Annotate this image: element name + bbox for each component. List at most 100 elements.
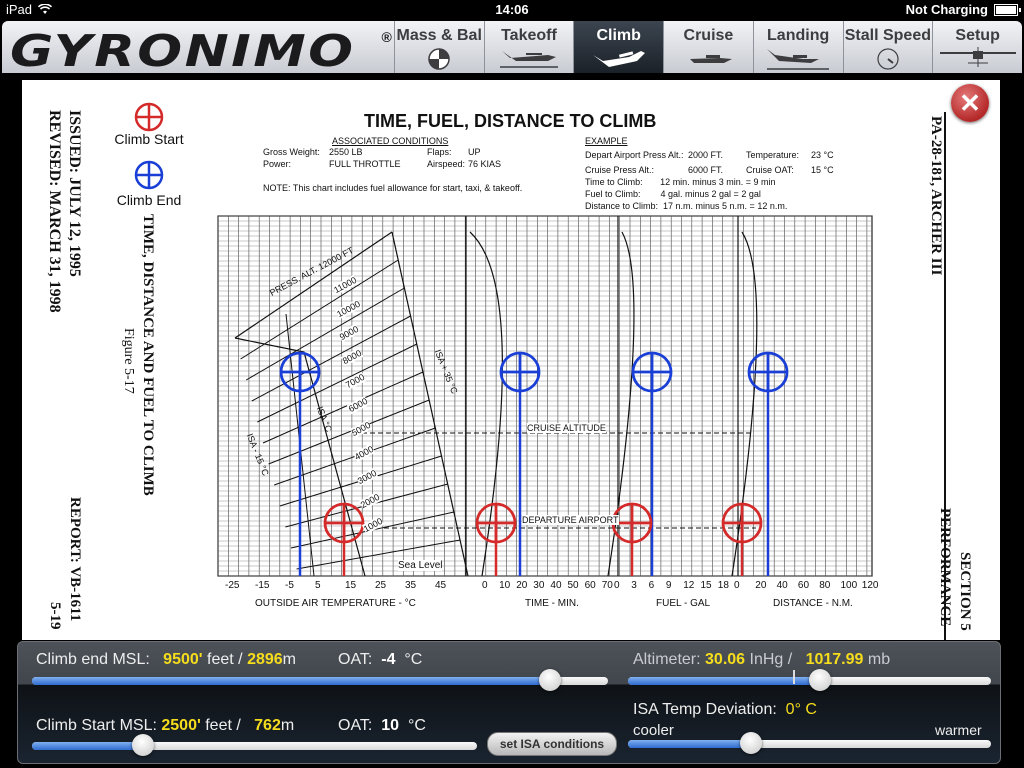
time-tick-label: 70 [601, 580, 613, 591]
climb-end-oat-unit: °C [404, 651, 423, 668]
climb-start-meters: 762 [254, 717, 281, 734]
climb-start-m-unit: m [280, 717, 295, 734]
gauge-icon [877, 48, 899, 70]
plane-landing-icon [767, 49, 830, 70]
isa-deviation-value: 0° C [785, 701, 817, 718]
distance-tick-label: 120 [861, 580, 879, 591]
plane-takeoff-icon [499, 51, 558, 68]
tab-label: Takeoff [501, 27, 557, 44]
fuel-axis-label: FUEL - GAL [656, 598, 711, 609]
oat-tick-label: -15 [255, 580, 270, 591]
climb-start-label: Climb Start MSL: [36, 717, 157, 734]
cooler-label: cooler [633, 722, 674, 739]
altimeter-slider[interactable] [628, 669, 991, 691]
departure-airport-label: DEPARTURE AIRPORT [522, 515, 619, 525]
tab-label: Stall Speed [844, 27, 931, 44]
battery-status: Not Charging [905, 2, 988, 17]
distance-tick-label: 60 [797, 580, 810, 591]
slider-fill [628, 740, 752, 748]
fuel-tick-label: 3 [631, 580, 637, 591]
time-tick-label: 30 [533, 580, 545, 591]
tab-cruise[interactable]: Cruise [664, 21, 754, 73]
fuel-tick-label: 9 [665, 580, 672, 591]
climb-end-slider[interactable] [32, 669, 608, 691]
altimeter-row: Altimeter: 30.06 InHg / 1017.99 mb [633, 651, 890, 669]
slider-fill [32, 742, 144, 750]
climb-end-feet: 9500' [163, 651, 203, 668]
time-tick-label: 50 [567, 580, 579, 591]
tab-label: Landing [767, 27, 830, 44]
time-tick-label: 20 [516, 580, 528, 591]
distance-tick-label: 20 [755, 580, 767, 591]
fuel-tick-label: 6 [648, 580, 655, 591]
climb-start-row: Climb Start MSL: 2500' feet / 762m [36, 717, 294, 735]
registered-mark: ® [381, 29, 392, 45]
oat-tick-label: -5 [285, 580, 294, 591]
isa-deviation-slider[interactable] [628, 732, 991, 754]
sea-level-label: Sea Level [398, 560, 443, 571]
climb-end-meters: 2896 [247, 651, 283, 668]
time-tick-label: 10 [499, 580, 511, 591]
set-isa-conditions-button[interactable]: set ISA conditions [487, 732, 617, 756]
climb-start-oat-unit: °C [407, 717, 426, 734]
climb-start-oat-label: OAT: [338, 717, 373, 734]
warmer-label: warmer [935, 722, 982, 738]
altimeter-label: Altimeter: [633, 651, 701, 668]
time-tick-label: 0 [482, 580, 488, 591]
plane-cruise-icon [682, 51, 733, 63]
climb-end-oat-value: -4 [381, 651, 396, 668]
time-tick-label: 40 [550, 580, 562, 591]
plane-climb-icon [592, 51, 645, 67]
oat-tick-label: -25 [225, 580, 240, 591]
time-axis-label: TIME - MIN. [525, 598, 579, 609]
distance-tick-label: 80 [819, 580, 831, 591]
distance-axis-label: DISTANCE - N.M. [773, 598, 853, 609]
tab-stall-speed[interactable]: Stall Speed [844, 21, 934, 73]
isa-deviation-label: ISA Temp Deviation: [633, 701, 777, 718]
app-logo: GYRONIMO ® [2, 21, 395, 73]
cruise-altitude-label: CRUISE ALTITUDE [527, 423, 606, 433]
performance-chart-document: Climb Start Climb End ISSUED: JULY 12, 1… [22, 80, 1000, 640]
altimeter-inhg-unit: InHg / [749, 651, 793, 668]
distance-tick-label: 0 [734, 580, 740, 591]
climb-chart-graphic [217, 215, 873, 577]
battery-icon [994, 3, 1021, 16]
fuel-tick-label: 12 [683, 580, 695, 591]
oat-tick-label: 35 [405, 580, 417, 591]
standard-pressure-tick [793, 670, 795, 684]
tab-climb[interactable]: Climb [574, 21, 665, 73]
close-button[interactable]: ✕ [951, 84, 989, 122]
close-icon: ✕ [959, 88, 981, 118]
plane-front-icon [939, 47, 1016, 67]
climb-end-oat-label: OAT: [338, 651, 373, 668]
tab-label: Climb [596, 27, 641, 44]
tab-setup[interactable]: Setup [933, 21, 1022, 73]
altimeter-mb-unit: mb [867, 651, 891, 668]
slider-fill [628, 677, 821, 685]
tab-label: Cruise [683, 27, 734, 44]
status-bar: iPad 14:06 Not Charging [0, 0, 1024, 20]
climb-end-row: Climb end MSL: 9500' feet / 2896m [36, 651, 296, 669]
distance-tick-label: 40 [776, 580, 788, 591]
tab-takeoff[interactable]: Takeoff [485, 21, 575, 73]
oat-tick-label: 45 [435, 580, 447, 591]
climb-end-m-unit: m [282, 651, 296, 668]
tab-landing[interactable]: Landing [754, 21, 844, 73]
oat-axis-label: OUTSIDE AIR TEMPERATURE - °C [255, 598, 416, 609]
climb-end-label: Climb end MSL: [36, 651, 150, 668]
climb-start-slider[interactable] [32, 734, 477, 756]
clock: 14:06 [495, 2, 529, 17]
climb-start-oat: OAT: 10 °C [338, 717, 426, 735]
slider-fill [32, 677, 551, 685]
nav-bar: GYRONIMO ® Mass & Bal Takeoff Climb Crui… [2, 21, 1022, 73]
fuel-tick-label: 0 [614, 580, 620, 591]
isa-deviation-row: ISA Temp Deviation: 0° C [633, 701, 817, 719]
climb-start-feet: 2500' [161, 717, 201, 734]
tab-mass-bal[interactable]: Mass & Bal [395, 21, 485, 73]
fuel-tick-label: 18 [717, 580, 729, 591]
altimeter-inhg: 30.06 [705, 651, 746, 668]
climb-end-feet-unit: feet / [207, 651, 243, 668]
cg-icon [428, 48, 450, 70]
tab-label: Setup [955, 27, 1000, 44]
altimeter-mb: 1017.99 [805, 651, 864, 668]
